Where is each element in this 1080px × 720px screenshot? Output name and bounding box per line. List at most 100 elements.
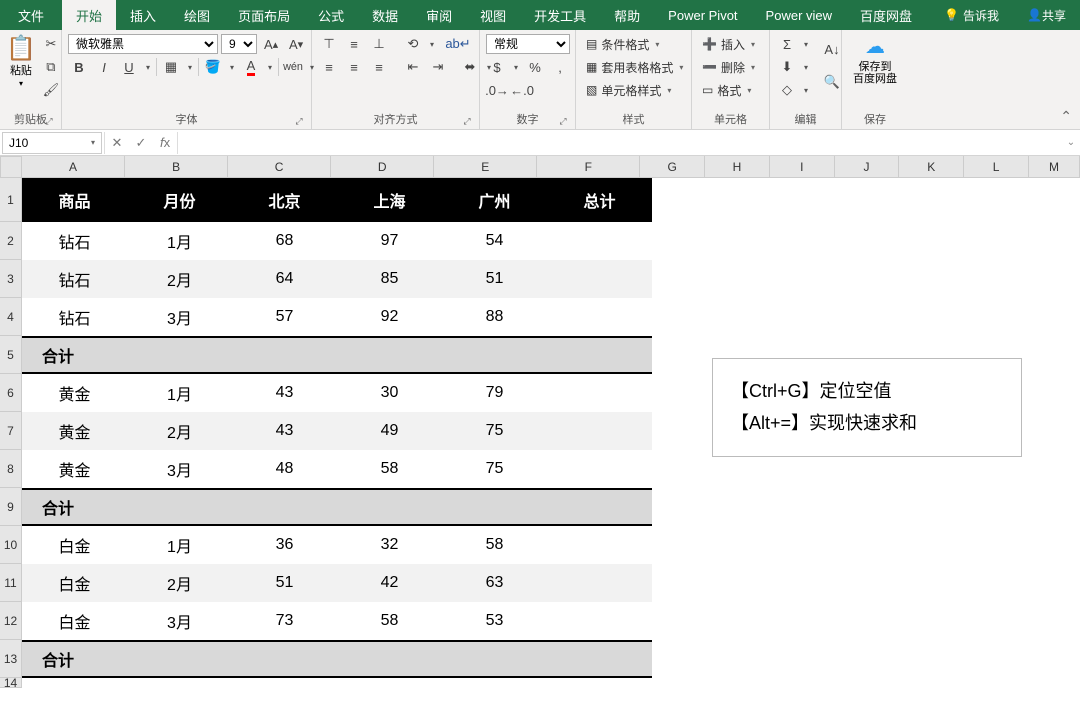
col-header-C[interactable]: C xyxy=(228,156,331,178)
expand-formula-button[interactable]: ⌄ xyxy=(1062,137,1080,148)
tab-dev[interactable]: 开发工具 xyxy=(520,0,600,30)
row-header-13[interactable]: 13 xyxy=(0,640,22,678)
font-size-select[interactable]: 9 xyxy=(221,34,257,54)
cell[interactable] xyxy=(547,298,652,336)
cell[interactable]: 63 xyxy=(442,564,547,602)
cell[interactable]: 3月 xyxy=(127,450,232,488)
header-cell[interactable]: 商品 xyxy=(22,178,127,222)
decrease-font-button[interactable]: A▾ xyxy=(285,34,307,54)
row-header-11[interactable]: 11 xyxy=(0,564,22,602)
cell[interactable]: 白金 xyxy=(22,526,127,564)
tab-formulas[interactable]: 公式 xyxy=(304,0,358,30)
cell[interactable]: 51 xyxy=(442,260,547,298)
tab-layout[interactable]: 页面布局 xyxy=(224,0,304,30)
cell[interactable] xyxy=(337,640,442,678)
cell[interactable] xyxy=(442,336,547,374)
clipboard-launcher[interactable]: ⤢ xyxy=(43,115,55,127)
percent-button[interactable]: % xyxy=(524,57,546,77)
fill-color-button[interactable]: 🪣 xyxy=(202,57,224,77)
autosum-button[interactable]: Σ xyxy=(776,34,798,54)
row-header-6[interactable]: 6 xyxy=(0,374,22,412)
tab-file[interactable]: 文件 xyxy=(0,0,62,30)
underline-dd[interactable]: ▾ xyxy=(143,57,153,77)
col-header-K[interactable]: K xyxy=(899,156,964,178)
cell[interactable]: 钻石 xyxy=(22,260,127,298)
cell[interactable] xyxy=(547,222,652,260)
cell[interactable]: 钻石 xyxy=(22,222,127,260)
cell[interactable]: 白金 xyxy=(22,564,127,602)
sort-filter-button[interactable]: A↓ xyxy=(821,34,843,64)
number-format-select[interactable]: 常规 xyxy=(486,34,570,54)
header-cell[interactable]: 上海 xyxy=(337,178,442,222)
cell[interactable]: 79 xyxy=(442,374,547,412)
cell[interactable]: 73 xyxy=(232,602,337,640)
border-dd[interactable]: ▾ xyxy=(185,57,195,77)
tellme[interactable]: 💡告诉我 xyxy=(930,0,1013,30)
row-header-3[interactable]: 3 xyxy=(0,260,22,298)
merge-button[interactable]: ⬌ xyxy=(459,57,481,77)
col-header-D[interactable]: D xyxy=(331,156,434,178)
header-cell[interactable]: 北京 xyxy=(232,178,337,222)
cell[interactable]: 75 xyxy=(442,412,547,450)
phonetic-button[interactable]: wén xyxy=(282,57,304,77)
row-header-7[interactable]: 7 xyxy=(0,412,22,450)
increase-indent-button[interactable]: ⇥ xyxy=(427,57,449,77)
orientation-dd[interactable]: ▾ xyxy=(427,34,437,54)
row-header-14[interactable]: 14 xyxy=(0,678,22,688)
share-button[interactable]: 👤共享 xyxy=(1013,0,1080,30)
format-painter-button[interactable]: 🖌 xyxy=(40,80,62,100)
paste-button[interactable]: 📋 粘贴 ▾ xyxy=(6,34,36,88)
cell[interactable]: 58 xyxy=(442,526,547,564)
cell[interactable]: 1月 xyxy=(127,526,232,564)
col-header-G[interactable]: G xyxy=(640,156,705,178)
border-button[interactable]: ▦ xyxy=(160,57,182,77)
cell[interactable] xyxy=(547,412,652,450)
tab-data[interactable]: 数据 xyxy=(358,0,412,30)
orientation-button[interactable]: ⟲ xyxy=(402,34,424,54)
row-header-9[interactable]: 9 xyxy=(0,488,22,526)
cell[interactable] xyxy=(127,640,232,678)
clear-dd[interactable]: ▾ xyxy=(801,80,811,100)
cell[interactable]: 57 xyxy=(232,298,337,336)
cell[interactable] xyxy=(547,336,652,374)
accounting-button[interactable]: $ xyxy=(486,57,508,77)
cell[interactable] xyxy=(547,640,652,678)
comma-button[interactable]: , xyxy=(549,57,571,77)
cell[interactable] xyxy=(232,640,337,678)
underline-button[interactable]: U xyxy=(118,57,140,77)
cell[interactable]: 43 xyxy=(232,374,337,412)
cell[interactable] xyxy=(547,488,652,526)
cell[interactable]: 51 xyxy=(232,564,337,602)
align-center-button[interactable]: ≡ xyxy=(343,57,365,77)
cell[interactable]: 2月 xyxy=(127,412,232,450)
delete-cells-button[interactable]: ➖删除▾ xyxy=(698,57,759,77)
cell[interactable]: 白金 xyxy=(22,602,127,640)
formula-input[interactable] xyxy=(177,132,1062,154)
cell[interactable]: 43 xyxy=(232,412,337,450)
decrease-decimal-button[interactable]: ←.0 xyxy=(511,80,533,100)
copy-button[interactable]: ⧉ xyxy=(40,57,62,77)
format-cells-button[interactable]: ▭格式▾ xyxy=(698,80,755,100)
header-cell[interactable]: 月份 xyxy=(127,178,232,222)
row-header-10[interactable]: 10 xyxy=(0,526,22,564)
wrap-text-button[interactable]: ab↵ xyxy=(447,34,469,54)
cell[interactable] xyxy=(337,488,442,526)
fontcolor-dd[interactable]: ▾ xyxy=(265,57,275,77)
fill-button[interactable]: ⬇ xyxy=(776,57,798,77)
cell[interactable]: 30 xyxy=(337,374,442,412)
cell[interactable]: 64 xyxy=(232,260,337,298)
cell[interactable] xyxy=(127,488,232,526)
align-bottom-button[interactable]: ⊥ xyxy=(368,34,390,54)
cell[interactable]: 92 xyxy=(337,298,442,336)
align-launcher[interactable]: ⤢ xyxy=(461,115,473,127)
header-cell[interactable]: 总计 xyxy=(547,178,652,222)
table-format-button[interactable]: ▦套用表格格式▾ xyxy=(582,57,687,77)
font-launcher[interactable]: ⤢ xyxy=(293,115,305,127)
number-launcher[interactable]: ⤢ xyxy=(557,115,569,127)
row-header-2[interactable]: 2 xyxy=(0,222,22,260)
cell[interactable]: 2月 xyxy=(127,260,232,298)
clear-button[interactable]: ◇ xyxy=(776,80,798,100)
cell[interactable]: 钻石 xyxy=(22,298,127,336)
italic-button[interactable]: I xyxy=(93,57,115,77)
col-header-A[interactable]: A xyxy=(22,156,125,178)
